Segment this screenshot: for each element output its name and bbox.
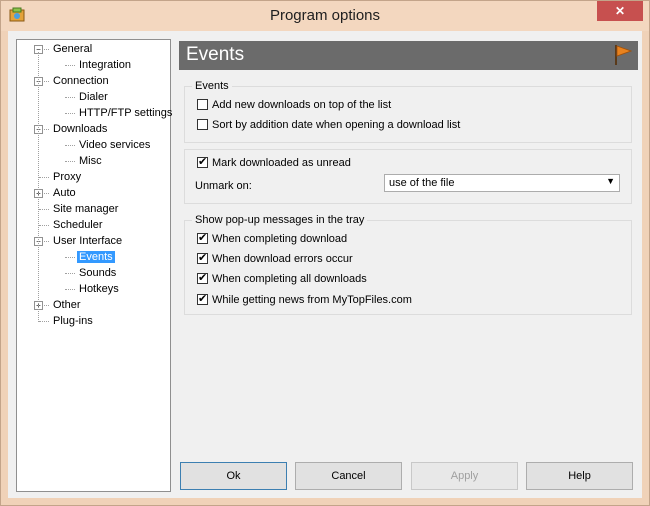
tree-item-label: Events [77,251,115,263]
events-group: Events Add new downloads on top of the l… [184,80,632,143]
tree-item-label: Plug-ins [53,315,93,327]
flag-icon [615,45,632,65]
options-tree[interactable]: General − Integration Connection − Dialer HTTP… [16,39,174,492]
tree-item-label: Integration [79,59,131,71]
cancel-button[interactable]: Cancel [295,462,402,490]
ok-button[interactable]: Ok [180,462,287,490]
popup-completing-label: When completing download [212,233,348,245]
tree-item-label: Sounds [79,267,117,279]
tree-item-dialer[interactable]: Dialer [77,90,110,105]
section-title: Events [186,44,245,65]
tree-item-other[interactable]: Other [51,298,83,313]
popup-group-title: Show pop-up messages in the tray [192,214,368,226]
events-group-title: Events [192,80,232,92]
sort-by-date-checkbox[interactable] [197,119,208,130]
tree-item-events[interactable]: Events [77,250,115,265]
tree-trunk [38,52,39,322]
popup-errors-label: When download errors occur [212,253,353,265]
unmark-on-label: Unmark on: [195,180,252,192]
mark-unread-label: Mark downloaded as unread [212,157,351,169]
title-bar[interactable]: Program options ✕ [1,1,649,31]
mark-unread-checkbox[interactable] [197,155,208,169]
tree-item-user-interface[interactable]: User Interface [51,234,124,249]
tree-item-label: Misc [79,155,102,167]
tree-item-hotkeys[interactable]: Hotkeys [77,282,121,297]
help-button[interactable]: Help [526,462,633,490]
popup-all-checkbox[interactable] [197,271,208,285]
tree-item-http-ftp-settings[interactable]: HTTP/FTP settings [77,106,174,121]
tree-connector [65,273,75,274]
tree-item-video-services[interactable]: Video services [77,138,152,153]
tree-item-site-manager[interactable]: Site manager [51,202,120,217]
tree-connector [39,321,49,322]
tree-item-general[interactable]: General [51,42,94,57]
program-options-window: Program options ✕ General − Integration Con… [0,0,650,506]
popup-errors-checkbox[interactable] [197,251,208,265]
tree-connector [65,97,75,98]
tree-item-label: Connection [53,75,109,87]
tree-item-label: Downloads [53,123,108,135]
tree-item-label: Hotkeys [79,283,119,295]
tree-item-label: User Interface [53,235,123,247]
popup-news-label: While getting news from MyTopFiles.com [212,294,412,306]
tree-item-sounds[interactable]: Sounds [77,266,118,281]
close-icon: ✕ [614,4,626,18]
tree-connector [65,161,75,162]
tree-item-label: Other [53,299,81,311]
popup-all-label: When completing all downloads [212,273,367,285]
popup-group: Show pop-up messages in the tray When co… [184,214,632,315]
close-button[interactable]: ✕ [597,1,643,21]
tree-item-label: Video services [79,139,151,151]
apply-button[interactable]: Apply [411,462,518,490]
add-on-top-label: Add new downloads on top of the list [212,99,392,111]
tree-item-misc[interactable]: Misc [77,154,104,169]
tree-item-label: General [53,43,93,55]
unmark-on-value: use of the file [389,177,455,189]
tree-connector [65,145,75,146]
section-header: Events [179,41,638,70]
tree-item-downloads[interactable]: Downloads [51,122,109,137]
sort-by-date-label: Sort by addition date when opening a dow… [212,119,461,131]
tree-connector [65,113,75,114]
tree-item-scheduler[interactable]: Scheduler [51,218,105,233]
tree-item-connection[interactable]: Connection [51,74,111,89]
tree-connector [65,65,75,66]
tree-connector [39,209,49,210]
chevron-down-icon: ▼ [606,176,615,186]
popup-completing-checkbox[interactable] [197,231,208,245]
tree-connector [65,289,75,290]
tree-connector [65,257,75,258]
tree-item-proxy[interactable]: Proxy [51,170,83,185]
tree-item-plug-ins[interactable]: Plug-ins [51,314,95,329]
tree-item-label: Site manager [53,203,119,215]
add-on-top-checkbox[interactable] [197,99,208,110]
tree-item-label: Proxy [53,171,82,183]
popup-news-checkbox[interactable] [197,292,208,306]
tree-item-label: HTTP/FTP settings [79,107,173,119]
tree-item-label: Scheduler [53,219,103,231]
tree-item-label: Dialer [79,91,108,103]
dialog-client: General − Integration Connection − Dialer HTTP… [8,31,642,498]
unmark-on-dropdown[interactable]: use of the file ▼ [384,174,620,192]
tree-item-integration[interactable]: Integration [77,58,133,73]
tree-item-auto[interactable]: Auto [51,186,78,201]
tree-item-label: Auto [53,187,76,199]
window-title: Program options [269,7,381,24]
tree-connector [39,177,49,178]
tree-connector [39,225,49,226]
